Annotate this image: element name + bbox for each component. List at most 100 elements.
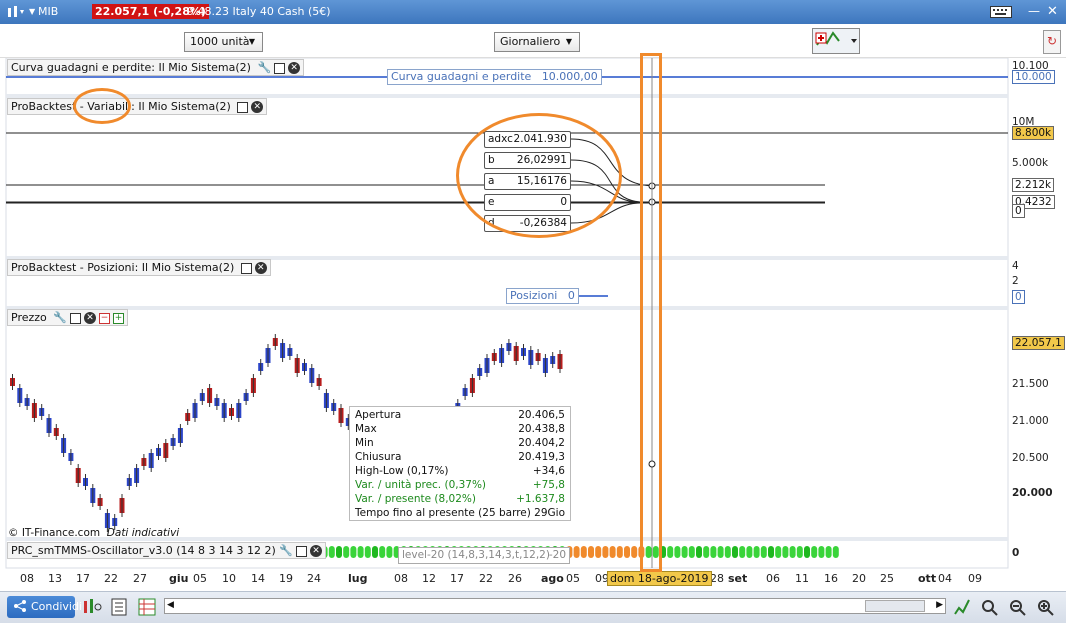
window-icon[interactable]	[69, 312, 81, 324]
bottom-toolbar: Condividi ◀ ▶	[0, 591, 1066, 623]
list-icon[interactable]	[111, 598, 127, 619]
x-tick-label: 10	[222, 572, 236, 585]
close-icon[interactable]: ✕	[251, 101, 264, 113]
oscillator-level-text: level-20 (14,8,3,14,3,t,12,2)	[402, 549, 550, 561]
add-icon[interactable]: +	[112, 312, 124, 324]
x-tick-label: ott	[918, 572, 937, 585]
remove-icon[interactable]: −	[98, 312, 110, 324]
close-icon[interactable]: ✕	[1047, 4, 1058, 19]
equity-label-text: Curva guadagni e perdite	[391, 70, 532, 83]
scroll-right-icon[interactable]: ▶	[936, 600, 943, 610]
x-tick-label: 22	[479, 572, 493, 585]
price-panel-title: Prezzo 🔧 ✕ − +	[7, 309, 128, 326]
units-select[interactable]: 1000 unità ▼	[184, 32, 263, 52]
period-select[interactable]: Giornaliero ▼	[494, 32, 580, 52]
x-tick-label: giu	[169, 572, 189, 585]
ohlc-row: Var. / presente (8,02%) +1.637,8	[355, 493, 565, 507]
close-icon[interactable]: ✕	[309, 545, 322, 557]
x-tick-label: 17	[450, 572, 464, 585]
zoom-fit-icon[interactable]	[980, 598, 998, 619]
chart-icon	[6, 5, 26, 22]
ohlc-row: Min 20.404,2	[355, 437, 565, 451]
close-icon[interactable]: ✕	[288, 62, 301, 74]
vars-panel-title: ProBacktest - Variabili: Il Mio Sistema(…	[7, 98, 268, 115]
ohlc-label: Tempo fino al presente (25 barre)	[355, 507, 531, 519]
close-icon[interactable]: ✕	[83, 312, 96, 324]
highlight-rect	[640, 53, 662, 572]
wrench-icon[interactable]: 🔧	[257, 61, 271, 74]
ohlc-row: Apertura 20.406,5	[355, 409, 565, 423]
ohlc-label: Max	[355, 423, 377, 435]
ohlc-value: 20.404,2	[518, 437, 565, 449]
table-icon[interactable]	[138, 598, 156, 619]
ohlc-row: High-Low (0,17%) +34,6	[355, 465, 565, 479]
cursor-date: dom 18-ago-2019	[607, 571, 712, 586]
window-icon[interactable]	[237, 101, 249, 113]
credit-text: © IT-Finance.com Dati indicativi	[8, 527, 179, 539]
wrench-icon[interactable]: 🔧	[279, 544, 293, 557]
oscillator-panel-title: PRC_smTMMS-Oscillator_v3.0 (14 8 3 14 3 …	[7, 542, 326, 559]
equity-value: 10.000,00	[541, 70, 598, 83]
ohlc-value: 20.406,5	[518, 409, 565, 421]
window-icon[interactable]	[274, 62, 286, 74]
positions-axis-box: 0	[1012, 290, 1025, 304]
chevron-down-icon: ▼	[248, 37, 256, 46]
symbol-label[interactable]: MIB	[38, 5, 58, 18]
minimize-icon[interactable]: —	[1028, 4, 1040, 18]
oscillator-level-label: level-20 (14,8,3,14,3,t,12,2) -20	[398, 547, 570, 564]
positions-panel-title: ProBacktest - Posizioni: Il Mio Sistema(…	[7, 259, 271, 276]
chevron-down-icon: ▼	[565, 37, 573, 46]
credit-source: © IT-Finance.com	[8, 527, 101, 539]
indicator-add-icon	[815, 31, 857, 46]
vars-box-8800k: 8.800k	[1012, 126, 1055, 140]
share-button[interactable]: Condividi	[7, 596, 82, 618]
equity-title-text: Curva guadagni e perdite: Il Mio Sistema…	[11, 61, 251, 74]
toolbar: 1000 unità ▼ Giornaliero ▼ ↻	[0, 24, 1066, 58]
price-axis-21500: 21.500	[1012, 378, 1049, 390]
ohlc-row: Tempo fino al presente (25 barre) 29Gio	[355, 507, 565, 521]
close-icon[interactable]: ✕	[254, 262, 267, 274]
wrench-icon[interactable]: 🔧	[53, 311, 67, 324]
ohlc-value: +1.637,8	[516, 493, 565, 505]
x-tick-label: 09	[968, 572, 982, 585]
price-axis-21000: 21.000	[1012, 415, 1049, 427]
price-axis-20500: 20.500	[1012, 452, 1049, 464]
x-tick-label: set	[728, 572, 748, 585]
side-panel-toggle[interactable]: ↻	[1043, 30, 1061, 54]
x-tick-label: 28	[710, 572, 724, 585]
ohlc-label: Apertura	[355, 409, 402, 421]
x-tick-label: 26	[508, 572, 522, 585]
horizontal-scrollbar[interactable]: ◀ ▶	[164, 598, 946, 614]
zoom-in-icon[interactable]	[1036, 598, 1054, 619]
positions-title-text: ProBacktest - Posizioni: Il Mio Sistema(…	[11, 261, 235, 274]
window-icon[interactable]	[295, 545, 307, 557]
x-tick-label: 14	[251, 572, 265, 585]
scroll-left-icon[interactable]: ◀	[167, 600, 174, 610]
vars-box-0: 0	[1012, 204, 1025, 218]
x-tick-label: 04	[938, 572, 952, 585]
window-icon[interactable]	[240, 262, 252, 274]
indicator-tool-icon[interactable]	[82, 598, 102, 619]
equity-panel-title: Curva guadagni e perdite: Il Mio Sistema…	[7, 59, 305, 76]
oscillator-title-text: PRC_smTMMS-Oscillator_v3.0 (14 8 3 14 3 …	[11, 544, 276, 557]
x-tick-label: 20	[852, 572, 866, 585]
x-tick-label: lug	[348, 572, 368, 585]
scroll-thumb[interactable]	[865, 600, 925, 612]
indicators-button[interactable]	[812, 28, 860, 54]
x-tick-label: 06	[766, 572, 780, 585]
x-tick-label: 27	[133, 572, 147, 585]
credit-note: Dati indicativi	[106, 527, 180, 539]
ohlc-value: 29Gio	[534, 507, 565, 519]
title-bar: MIB ▼ 22.057,1 (-0,28%) 9.48.23 Italy 40…	[0, 0, 1066, 24]
x-tick-label: 05	[193, 572, 207, 585]
period-value: Giornaliero	[500, 35, 561, 48]
x-tick-label: 16	[824, 572, 838, 585]
ohlc-value: +75,8	[532, 479, 565, 491]
share-label: Condividi	[31, 600, 83, 613]
zoom-out-icon[interactable]	[1008, 598, 1026, 619]
chevron-down-icon[interactable]: ▼	[29, 7, 35, 16]
drawing-tool-icon[interactable]	[953, 598, 971, 619]
keyboard-icon[interactable]	[990, 6, 1012, 21]
x-tick-label: 08	[394, 572, 408, 585]
positions-axis-4: 4	[1012, 260, 1019, 272]
